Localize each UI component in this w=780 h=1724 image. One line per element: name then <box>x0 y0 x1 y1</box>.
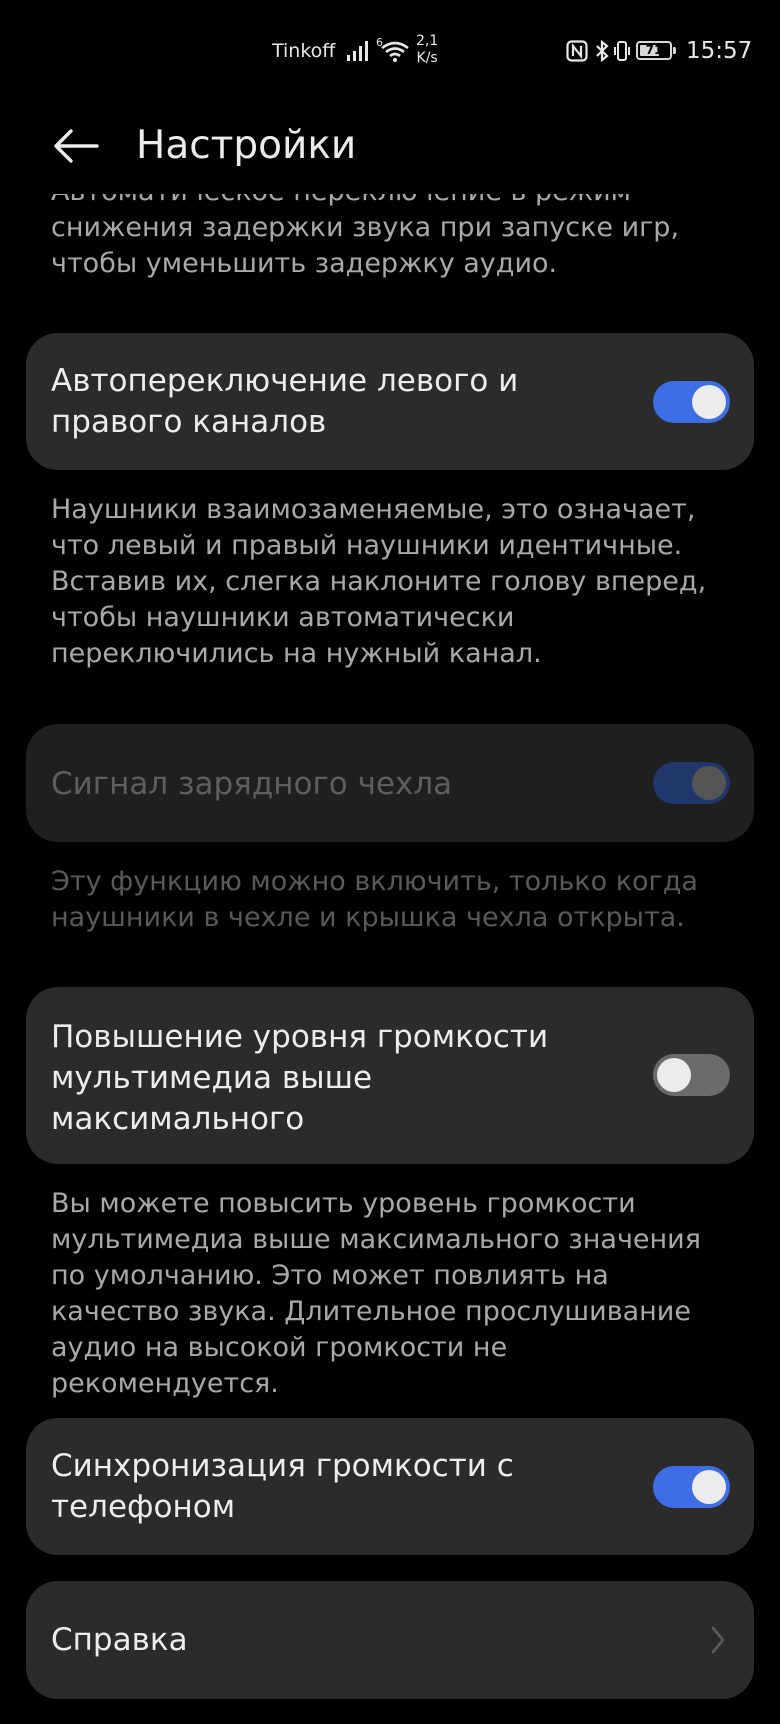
toggle-knob <box>692 766 726 800</box>
page-title: Настройки <box>136 123 357 168</box>
auto-channel-description: Наушники взаимозаменяемые, это означает,… <box>51 494 707 669</box>
auto-channel-toggle[interactable] <box>653 381 730 423</box>
volume-boost-description: Вы можете повысить уровень громкости мул… <box>51 1188 701 1399</box>
back-button[interactable] <box>44 114 108 178</box>
arrow-left-icon <box>54 129 99 163</box>
toggle-knob <box>657 1058 691 1092</box>
toggle-knob <box>692 1470 726 1504</box>
volume-boost-label: Повышение уровня громкости мультимедиа в… <box>51 1019 549 1137</box>
case-signal-toggle <box>653 762 730 804</box>
help-row[interactable]: Справка <box>26 1581 754 1699</box>
volume-sync-toggle[interactable] <box>653 1466 730 1508</box>
volume-boost-row[interactable]: Повышение уровня громкости мультимедиа в… <box>26 987 754 1164</box>
app-bar: Настройки <box>0 104 780 194</box>
auto-channel-switch-row[interactable]: Автопереключение левого и правого канало… <box>26 333 754 470</box>
auto-channel-switch-label: Автопереключение левого и правого канало… <box>51 363 519 440</box>
chevron-right-icon <box>711 1626 725 1654</box>
volume-boost-toggle[interactable] <box>653 1054 730 1096</box>
volume-sync-row[interactable]: Синхронизация громкости с телефоном <box>26 1418 754 1555</box>
help-label: Справка <box>51 1622 188 1658</box>
settings-list[interactable]: Автоматическое переключение в режим сниж… <box>0 0 780 1724</box>
volume-sync-label: Синхронизация громкости с телефоном <box>51 1448 514 1525</box>
case-signal-label: Сигнал зарядного чехла <box>51 766 453 802</box>
toggle-knob <box>692 385 726 419</box>
case-signal-row: Сигнал зарядного чехла <box>26 724 754 842</box>
case-signal-description: Эту функцию можно включить, только когда… <box>51 866 698 933</box>
